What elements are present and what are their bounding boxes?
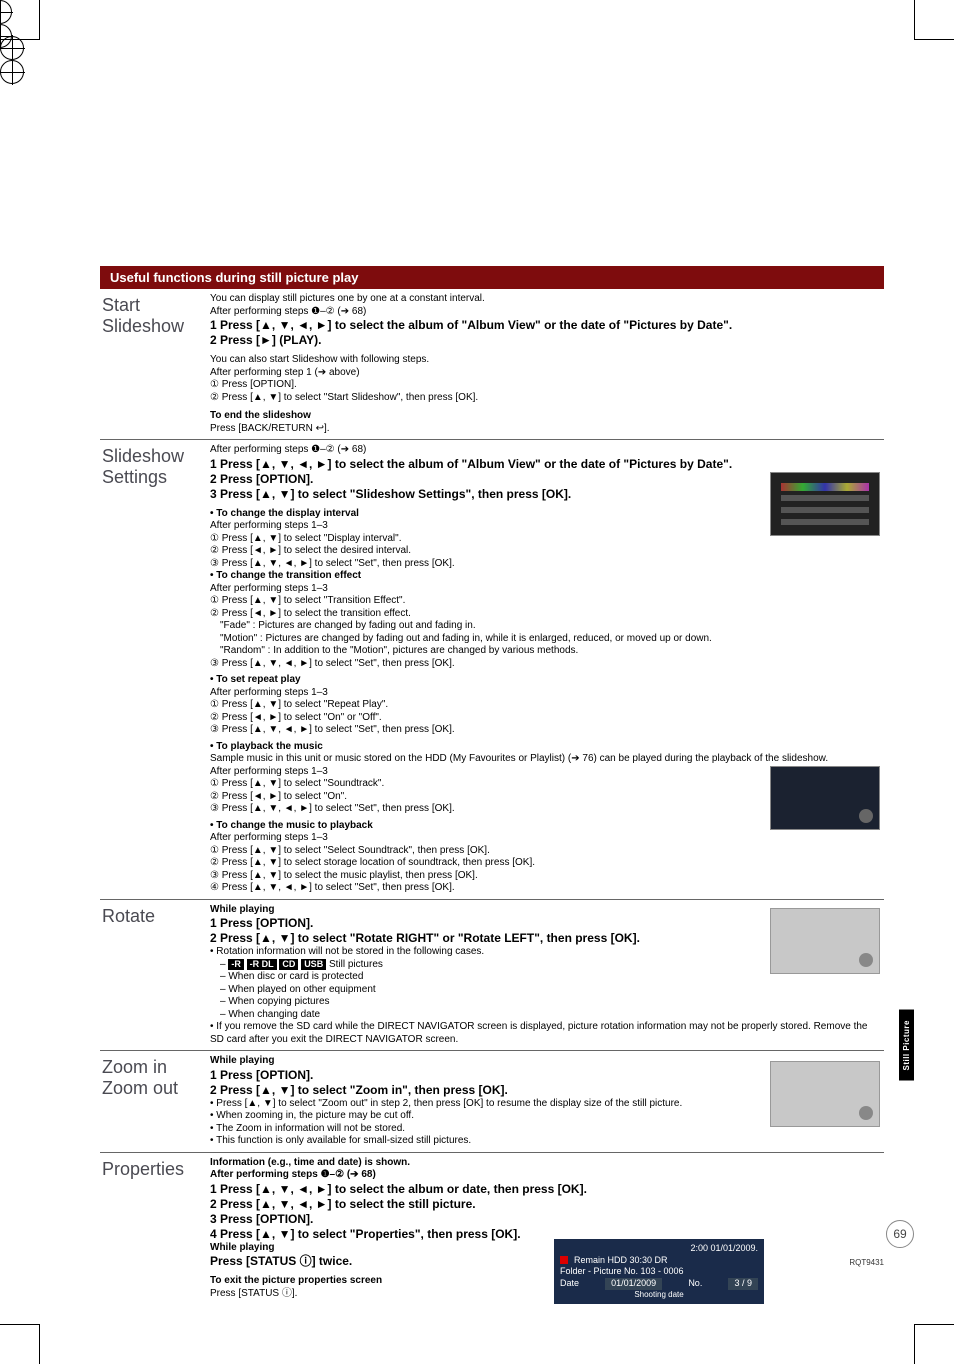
label-rotate: Rotate [100,904,210,1047]
crop-corner-tr [914,0,954,40]
section-header: Useful functions during still picture pl… [100,266,884,289]
row-start-slideshow: Start Slideshow You can display still pi… [100,289,884,440]
row-properties: Properties Information (e.g., time and d… [100,1153,884,1305]
start-end-body: Press [BACK/RETURN ↩]. [210,423,884,436]
settings-g1-2: ② Press [◄, ►] to select the desired int… [210,545,884,558]
footer-code: RQT9431 [849,1258,884,1267]
settings-g4-head: • To playback the music [210,741,884,754]
props-after: After performing steps ❶–② (➔ 68) [210,1169,884,1182]
start-end-head: To end the slideshow [210,410,884,423]
rotate-b1d: – When copying pictures [220,996,884,1009]
props-intro: Information (e.g., time and date) is sho… [210,1157,884,1170]
settings-g2-motion: "Motion" : Pictures are changed by fadin… [220,633,884,646]
start-step2: 2 Press [►] (PLAY). [210,333,884,348]
props-exit-head: To exit the picture properties screen [210,1275,884,1288]
settings-g4-intro: Sample music in this unit or music store… [210,753,884,766]
label-start-slideshow: Start Slideshow [100,293,210,435]
props-exit-body: Press [STATUS ⓘ]. [210,1288,884,1301]
settings-s1: 1 Press [▲, ▼, ◄, ►] to select the album… [210,457,884,472]
thumb-rotate [770,908,880,974]
start-intro: You can display still pictures one by on… [210,293,884,306]
props-s3: 3 Press [OPTION]. [210,1212,884,1227]
osd-shoot: Shooting date [560,1290,758,1300]
osd-no-val: 3 / 9 [728,1278,758,1290]
osd-date-val: 01/01/2009 [605,1278,662,1290]
settings-g3-after: After performing steps 1–3 [210,687,884,700]
page-number: 69 [886,1220,914,1248]
settings-g1-3: ③ Press [▲, ▼, ◄, ►] to select "Set", th… [210,558,884,571]
start-after: After performing steps ❶–② (➔ 68) [210,306,884,319]
osd-properties-box: 2:00 01/01/2009. Remain HDD 30:30 DR Fol… [554,1239,764,1304]
rotate-b1c: – When played on other equipment [220,984,884,997]
osd-folder: Folder - Picture No. 103 - 0006 [560,1266,758,1278]
registration-mark-left [0,36,24,60]
start-step1: 1 Press [▲, ▼, ◄, ►] to select the album… [210,318,884,333]
thumb-display-interval [770,472,880,536]
osd-remain: Remain HDD 30:30 DR [574,1255,668,1267]
settings-g5-4: ④ Press [▲, ▼, ◄, ►] to select "Set", th… [210,882,884,895]
settings-g2-3: ③ Press [▲, ▼, ◄, ►] to select "Set", th… [210,658,884,671]
settings-g5-1: ① Press [▲, ▼] to select "Select Soundtr… [210,845,884,858]
start-alt-s1: ① Press [OPTION]. [210,379,884,392]
start-alt-intro: You can also start Slideshow with follow… [210,354,884,367]
thumb-zoom [770,1061,880,1127]
osd-no-label: No. [688,1278,702,1290]
props-while: While playing [210,1242,274,1255]
settings-g3-2: ② Press [◄, ►] to select "On" or "Off". [210,712,884,725]
settings-g3-head: • To set repeat play [210,674,884,687]
osd-time: 2:00 01/01/2009. [560,1243,758,1255]
settings-g3-3: ③ Press [▲, ▼, ◄, ►] to select "Set", th… [210,724,884,737]
settings-g2-head: • To change the transition effect [210,570,884,583]
zoom-b4: • This function is only available for sm… [210,1135,884,1148]
settings-g5-2: ② Press [▲, ▼] to select storage locatio… [210,857,884,870]
osd-remain-row: Remain HDD 30:30 DR [560,1255,758,1267]
row-slideshow-settings: Slideshow Settings After performing step… [100,440,884,900]
record-icon [560,1256,568,1264]
settings-g2-random: "Random" : In addition to the "Motion", … [220,645,884,658]
crop-corner-bl [0,1324,40,1364]
content-rotate: While playing 1 Press [OPTION]. 2 Press … [210,904,884,1047]
props-s2: 2 Press [▲, ▼, ◄, ►] to select the still… [210,1197,884,1212]
registration-mark-right [0,60,24,84]
content-zoom: While playing 1 Press [OPTION]. 2 Press … [210,1055,884,1148]
osd-date-label: Date [560,1278,579,1290]
start-alt-after: After performing step 1 (➔ above) [210,367,884,380]
settings-g2-2: ② Press [◄, ►] to select the transition … [210,608,884,621]
crop-corner-br [914,1324,954,1364]
settings-g2-fade: "Fade" : Pictures are changed by fading … [220,620,884,633]
props-s4: 4 Press [▲, ▼] to select "Properties", t… [210,1227,884,1242]
settings-g2-1: ① Press [▲, ▼] to select "Transition Eff… [210,595,884,608]
thumb-soundtrack [770,766,880,830]
settings-g3-1: ① Press [▲, ▼] to select "Repeat Play". [210,699,884,712]
content-properties: Information (e.g., time and date) is sho… [210,1157,884,1301]
osd-date-row: Date 01/01/2009 No. 3 / 9 [560,1278,758,1290]
content-start-slideshow: You can display still pictures one by on… [210,293,884,435]
props-s1: 1 Press [▲, ▼, ◄, ►] to select the album… [210,1182,884,1197]
start-alt-s2: ② Press [▲, ▼] to select "Start Slidesho… [210,392,884,405]
rotate-b2: • If you remove the SD card while the DI… [210,1021,884,1046]
page-content: Useful functions during still picture pl… [0,96,954,1364]
settings-g5-after: After performing steps 1–3 [210,832,884,845]
label-slideshow-settings: Slideshow Settings [100,444,210,895]
settings-g2-after: After performing steps 1–3 [210,583,884,596]
label-zoom: Zoom in Zoom out [100,1055,210,1148]
side-tab-still-picture: Still Picture [899,1010,914,1081]
row-zoom: Zoom in Zoom out While playing 1 Press [… [100,1051,884,1153]
settings-g5-3: ③ Press [▲, ▼] to select the music playl… [210,870,884,883]
settings-after: After performing steps ❶–② (➔ 68) [210,444,884,457]
content-slideshow-settings: After performing steps ❶–② (➔ 68) 1 Pres… [210,444,884,895]
props-status: Press [STATUS ⓘ] twice. [210,1254,884,1269]
rotate-b1e: – When changing date [220,1009,884,1022]
row-rotate: Rotate While playing 1 Press [OPTION]. 2… [100,900,884,1052]
label-properties: Properties [100,1157,210,1301]
